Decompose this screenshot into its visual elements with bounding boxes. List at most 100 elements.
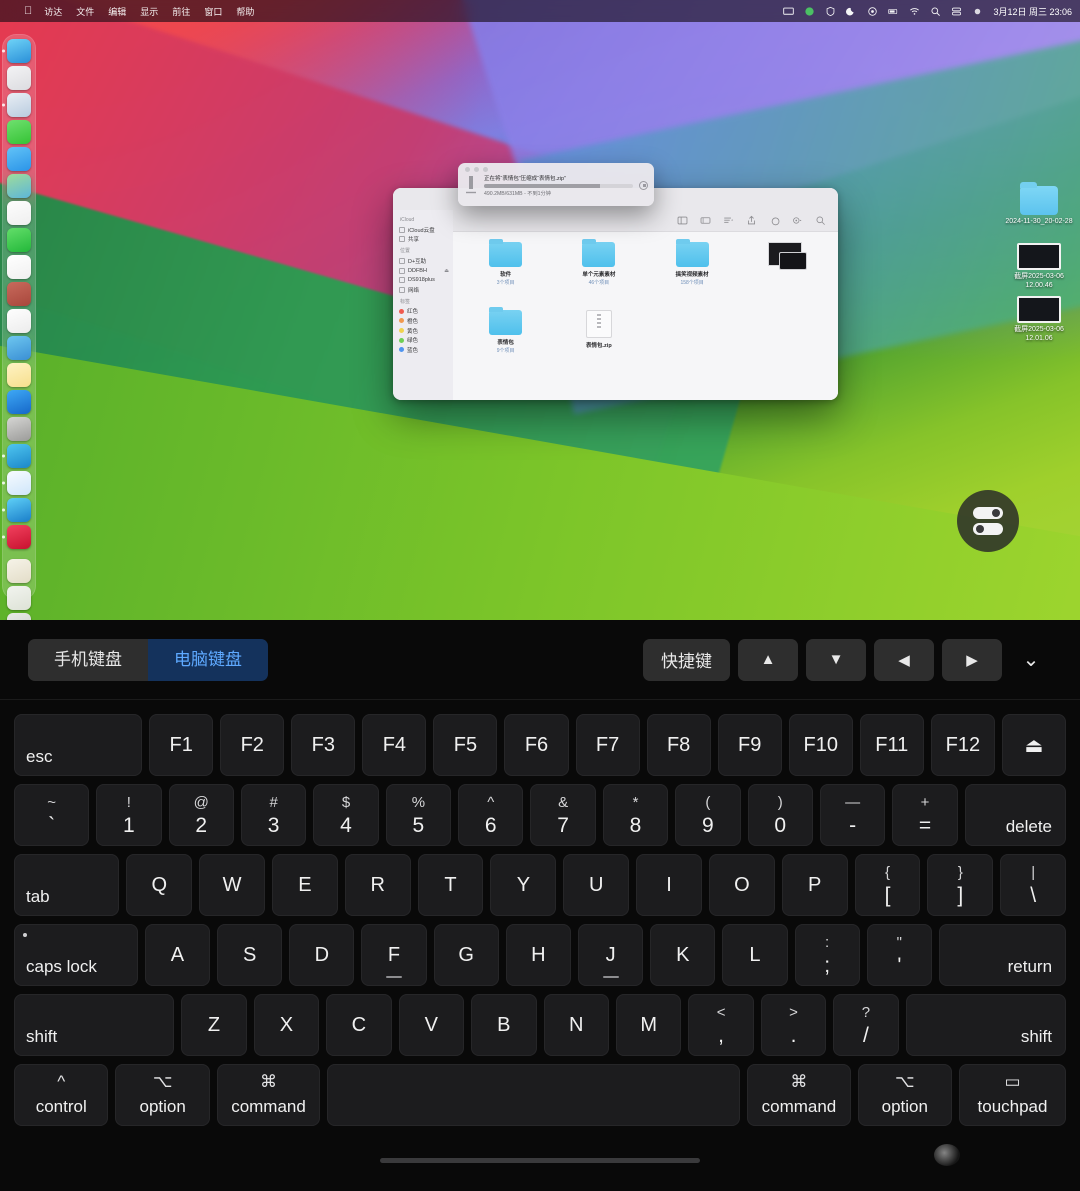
sidebar-item-黄色[interactable]: 黄色 <box>399 326 449 336</box>
key-space[interactable] <box>327 1064 741 1126</box>
menu-item-view[interactable]: 显示 <box>140 5 158 18</box>
arrow-left-button[interactable]: ◀ <box>874 638 934 681</box>
key-r[interactable]: R <box>344 854 411 916</box>
sidebar-item-网络[interactable]: 网络 <box>399 285 449 295</box>
arrow-down-button[interactable]: ▼ <box>806 638 866 681</box>
dock-icon-appstore[interactable] <box>7 390 31 414</box>
apple-icon[interactable]:  <box>24 5 32 17</box>
dock-icon-safari[interactable] <box>7 93 31 117</box>
key-7[interactable]: & 7 <box>530 784 596 846</box>
key-eject[interactable]: ⏏ <box>1001 714 1066 776</box>
shortcuts-button[interactable]: 快捷键 <box>643 638 730 681</box>
controlcenter-icon[interactable] <box>951 6 962 17</box>
key-u[interactable]: U <box>563 854 630 916</box>
file-item[interactable]: 表情包 9个项目 <box>460 306 552 378</box>
key-f11[interactable]: F11 <box>859 714 924 776</box>
dock-icon-mail[interactable] <box>7 147 31 171</box>
file-item[interactable]: 软件 3个项目 <box>460 238 552 310</box>
dock-icon-keynote-red[interactable] <box>7 525 31 549</box>
key-9[interactable]: (9 <box>675 784 741 846</box>
search-icon[interactable] <box>815 215 826 226</box>
sidebar-item-DDFBH[interactable]: DDFBH ⏏ <box>399 266 449 276</box>
key-p[interactable]: P <box>781 854 848 916</box>
compress-progress-dialog[interactable]: 正在将“表情包”压缩成“表情包.zip” 490.2MB/631MB - 不到1… <box>458 163 654 206</box>
key-touchpad[interactable]: ▭ touchpad <box>959 1064 1066 1126</box>
key-backslash[interactable]: | \ <box>1000 854 1067 916</box>
key-a[interactable]: A <box>144 924 211 986</box>
keyboard-keys[interactable]: esc F1 F2 F3 F4 F5 F6 F7 F8 F9 F10 F11 F12 ⏏ ~ `! 1 @2 #3 $… <box>0 700 1080 1136</box>
key-s[interactable]: S <box>217 924 283 986</box>
mac-dock[interactable] <box>2 34 36 620</box>
screen-mirror-area[interactable]:  访达 文件 编辑 显示 前往 窗口 帮助 3月12日 周三 23:06 20… <box>0 0 1080 620</box>
key-f6[interactable]: F6 <box>504 714 569 776</box>
key-f12[interactable]: F12 <box>930 714 995 776</box>
key-semicolon[interactable]: :; <box>794 924 860 986</box>
key-0[interactable]: ) 0 <box>747 784 813 846</box>
key-6[interactable]: ^ 6 <box>458 784 524 846</box>
key-quote[interactable]: " ' <box>866 924 932 986</box>
key-equal[interactable]: + = <box>892 784 958 846</box>
search-icon[interactable] <box>930 6 941 17</box>
file-item[interactable] <box>739 242 831 310</box>
finder-toolbar[interactable] <box>453 210 838 232</box>
dock-icon-document-2[interactable] <box>7 586 31 610</box>
key-bracket-left[interactable]: {[ <box>854 854 921 916</box>
sidebar-toggle-icon[interactable] <box>677 215 688 226</box>
key-h[interactable]: H <box>505 924 571 986</box>
display-icon[interactable] <box>783 6 795 17</box>
key-c[interactable]: C <box>326 994 392 1056</box>
sidebar-item-红色[interactable]: 红色 <box>399 307 449 317</box>
key-shift-left[interactable]: shift <box>14 994 175 1056</box>
dock-icon-compass-app[interactable] <box>7 417 31 441</box>
gallery-view-icon[interactable] <box>700 215 711 226</box>
key-t[interactable]: T <box>417 854 484 916</box>
key-f5[interactable]: F5 <box>433 714 498 776</box>
key-g[interactable]: G <box>433 924 499 986</box>
dock-icon-launchpad[interactable] <box>7 66 31 90</box>
wifi-icon[interactable] <box>909 6 920 17</box>
arrow-right-button[interactable]: ▶ <box>942 638 1002 681</box>
key-x[interactable]: X <box>253 994 320 1056</box>
key-f10[interactable]: F10 <box>788 714 853 776</box>
record-icon[interactable] <box>867 6 878 17</box>
key-f[interactable]: F <box>361 924 427 986</box>
key-f4[interactable]: F4 <box>362 714 427 776</box>
finder-window[interactable]: iCloud iCloud云盘 共享 位置 D+互助 DDFBH ⏏ DS918plus 网络标… <box>393 188 838 400</box>
dock-icon-notes[interactable] <box>7 363 31 387</box>
dock-icon-notes-list[interactable] <box>7 309 31 333</box>
key-b[interactable]: B <box>471 994 537 1056</box>
key-1[interactable]: ! 1 <box>96 784 162 846</box>
sidebar-item-D+互助[interactable]: D+互助 <box>399 256 449 266</box>
mac-menu-bar[interactable]:  访达 文件 编辑 显示 前往 窗口 帮助 3月12日 周三 23:06 <box>0 0 1080 22</box>
dock-icon-finder[interactable] <box>7 39 31 63</box>
menu-item-finder[interactable]: 访达 <box>44 5 62 18</box>
collapse-keyboard-button[interactable]: ⌄ <box>1010 639 1052 681</box>
menu-item-edit[interactable]: 编辑 <box>108 5 126 18</box>
sidebar-item-共享[interactable]: 共享 <box>399 235 449 245</box>
dock-icon-edge-browser[interactable] <box>7 498 31 522</box>
key-e[interactable]: E <box>271 854 338 916</box>
dock-icon-document-1[interactable] <box>7 559 31 583</box>
key-j[interactable]: J <box>577 924 644 986</box>
home-indicator[interactable] <box>380 1158 700 1163</box>
battery-icon[interactable] <box>888 6 899 17</box>
key-4[interactable]: $4 <box>313 784 379 846</box>
key-f8[interactable]: F8 <box>646 714 711 776</box>
sidebar-item-蓝色[interactable]: 蓝色 <box>399 345 449 355</box>
keyboard-mode-switch[interactable]: 手机键盘 电脑键盘 <box>28 638 268 681</box>
sidebar-item-绿色[interactable]: 绿色 <box>399 335 449 345</box>
key-n[interactable]: N <box>543 994 609 1056</box>
key-2[interactable]: @2 <box>168 784 234 846</box>
key-d[interactable]: D <box>289 924 355 986</box>
desktop-item-screenshot-2[interactable]: 截屏2025-03-06 12.01.06 <box>1002 296 1076 344</box>
key-q[interactable]: Q <box>126 854 193 916</box>
keyboard-toolbar[interactable]: 手机键盘 电脑键盘 快捷键 ▲ ▼ ◀ ▶ ⌄ <box>0 620 1080 700</box>
key-f3[interactable]: F3 <box>291 714 356 776</box>
key-l[interactable]: L <box>722 924 788 986</box>
key-v[interactable]: V <box>398 994 465 1056</box>
finder-content-pane[interactable]: 软件 3个项目 单个元素素材 46个项目 搞笑视频素材 158个项目 表情包 9个项目 表情包.… <box>453 210 838 400</box>
tab-computer-keyboard[interactable]: 电脑键盘 <box>148 638 268 681</box>
window-controls[interactable] <box>465 167 648 172</box>
desktop-item-screenshot-1[interactable]: 截屏2025-03-06 12.00.46 <box>1002 243 1076 291</box>
key-comma[interactable]: <, <box>688 994 754 1056</box>
